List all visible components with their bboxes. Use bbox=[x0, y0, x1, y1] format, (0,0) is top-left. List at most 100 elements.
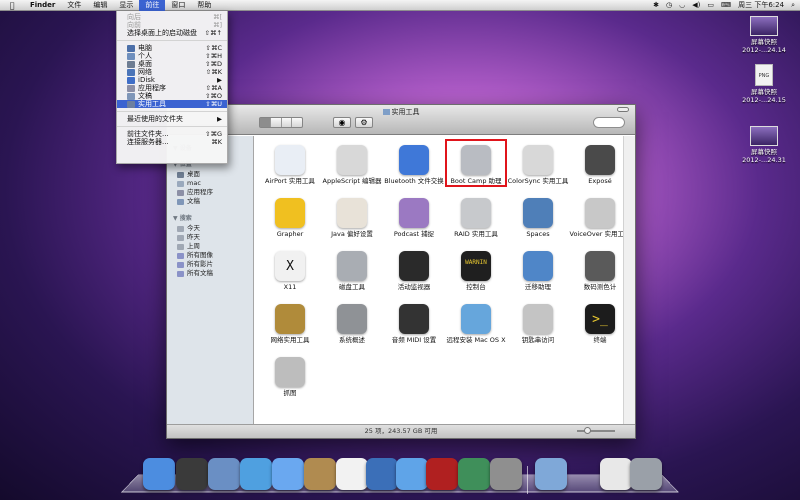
app-item[interactable]: ColorSync 实用工具 bbox=[503, 145, 573, 185]
sidebar-item[interactable]: 所有文稿 bbox=[167, 269, 253, 278]
desktop-file-screenshot-2[interactable]: PNG 屏幕快照 2012-...24.15 bbox=[736, 64, 792, 104]
app-item[interactable]: 磁盘工具 bbox=[317, 251, 387, 291]
menu-go[interactable]: 前往 bbox=[139, 0, 166, 11]
go-menu-item[interactable]: 最近使用的文件夹 ▶ bbox=[117, 115, 227, 123]
menu-help[interactable]: 帮助 bbox=[191, 0, 217, 11]
mail-icon[interactable] bbox=[208, 458, 240, 490]
time-machine-icon[interactable] bbox=[458, 458, 490, 490]
sidebar-item-icon bbox=[177, 189, 184, 196]
app-item[interactable]: Java 偏好设置 bbox=[317, 198, 387, 238]
sidebar-item[interactable]: 昨天 bbox=[167, 233, 253, 242]
battery-status-icon[interactable]: ▭ bbox=[707, 0, 714, 11]
go-menu-item[interactable]: 文稿 ⇧⌘O bbox=[117, 92, 227, 100]
system-preferences-icon[interactable] bbox=[490, 458, 522, 490]
go-menu-item[interactable]: 应用程序 ⇧⌘A bbox=[117, 84, 227, 92]
volume-status-icon[interactable]: ◀) bbox=[692, 0, 700, 11]
app-item[interactable]: 抓图 bbox=[255, 357, 325, 397]
activity-monitor-icon bbox=[399, 251, 429, 281]
wifi-status-icon[interactable]: ◡ bbox=[679, 0, 685, 11]
input-method-icon[interactable]: ⌨ bbox=[721, 0, 731, 11]
app-item[interactable]: X X11 bbox=[255, 251, 325, 291]
app-item[interactable]: 迁移助理 bbox=[503, 251, 573, 291]
app-item[interactable]: 钥匙串访问 bbox=[503, 304, 573, 344]
applications-folder-icon[interactable] bbox=[535, 458, 567, 490]
vertical-scrollbar[interactable] bbox=[623, 136, 635, 425]
app-item[interactable]: RAID 实用工具 bbox=[441, 198, 511, 238]
go-menu-item[interactable]: 实用工具 ⇧⌘U bbox=[117, 100, 227, 108]
ichat-icon[interactable] bbox=[272, 458, 304, 490]
app-item[interactable]: 系统概述 bbox=[317, 304, 387, 344]
sidebar-item[interactable]: 所有图像 bbox=[167, 251, 253, 260]
icon-size-slider[interactable] bbox=[577, 430, 615, 432]
icon-view-button[interactable] bbox=[260, 118, 271, 127]
clock[interactable]: 周三 下午6:24 bbox=[738, 0, 784, 11]
app-item[interactable]: 活动监视器 bbox=[379, 251, 449, 291]
sidebar-item[interactable]: 今天 bbox=[167, 224, 253, 233]
icon-size-slider-knob[interactable] bbox=[584, 427, 591, 434]
app-item[interactable]: Podcast 捕捉 bbox=[379, 198, 449, 238]
sidebar-item[interactable]: 应用程序 bbox=[167, 188, 253, 197]
app-item[interactable]: AirPort 实用工具 bbox=[255, 145, 325, 185]
apple-menu-icon[interactable]:  bbox=[0, 1, 24, 10]
dashboard-icon[interactable] bbox=[176, 458, 208, 490]
sidebar-item[interactable]: mac bbox=[167, 179, 253, 188]
bluetooth-status-icon[interactable]: ✱ bbox=[653, 0, 659, 11]
sidebar-item[interactable]: 上周 bbox=[167, 242, 253, 251]
menu-item-shortcut: ⇧⌘H bbox=[205, 52, 222, 60]
app-item[interactable]: Boot Camp 助理 bbox=[441, 139, 511, 187]
sidebar-item[interactable]: 文稿 bbox=[167, 197, 253, 206]
menu-edit[interactable]: 编辑 bbox=[87, 0, 113, 11]
time-machine-status-icon[interactable]: ◷ bbox=[666, 0, 672, 11]
desktop-file-screenshot-1[interactable]: 屏幕快照 2012-...24.14 bbox=[736, 16, 792, 54]
go-menu-item[interactable]: 桌面 ⇧⌘D bbox=[117, 60, 227, 68]
desktop-file-name: 屏幕快照 bbox=[751, 88, 777, 96]
list-view-button[interactable] bbox=[271, 118, 282, 127]
menu-item-icon bbox=[127, 76, 135, 84]
documents-stack-icon[interactable] bbox=[600, 458, 632, 490]
search-field[interactable] bbox=[593, 117, 625, 128]
go-menu-item[interactable]: 前往文件夹... ⇧⌘G bbox=[117, 130, 227, 138]
sidebar-item[interactable]: 所有影片 bbox=[167, 260, 253, 269]
app-item[interactable]: Grapher bbox=[255, 198, 325, 238]
sidebar-item[interactable]: 桌面 bbox=[167, 170, 253, 179]
menu-window[interactable]: 窗口 bbox=[165, 0, 191, 11]
column-view-button[interactable] bbox=[282, 118, 293, 127]
go-menu-item[interactable]: 网络 ⇧⌘K bbox=[117, 68, 227, 76]
menu-file[interactable]: 文件 bbox=[61, 0, 87, 11]
x11-icon: X bbox=[275, 251, 305, 281]
app-item[interactable]: Bluetooth 文件交换 bbox=[379, 145, 449, 185]
go-menu-item[interactable]: 个人 ⇧⌘H bbox=[117, 52, 227, 60]
app-label: 控制台 bbox=[466, 283, 486, 291]
network-utility-icon bbox=[275, 304, 305, 334]
sidebar-section-heading[interactable]: ▼ 搜索 bbox=[173, 213, 253, 222]
app-item[interactable]: WARNIN 控制台 bbox=[441, 251, 511, 291]
app-item[interactable]: 远程安装 Mac OS X bbox=[441, 304, 511, 344]
menu-finder[interactable]: Finder bbox=[24, 0, 61, 11]
desktop-file-screenshot-3[interactable]: 屏幕快照 2012-...24.31 bbox=[736, 126, 792, 164]
ical-icon[interactable] bbox=[336, 458, 368, 490]
go-menu-item[interactable]: iDisk ▶ bbox=[117, 76, 227, 84]
action-gear-button[interactable]: ⚙ bbox=[355, 117, 373, 128]
toolbar-toggle-button[interactable] bbox=[617, 107, 629, 112]
trash-icon[interactable] bbox=[630, 458, 662, 490]
address-book-icon[interactable] bbox=[304, 458, 336, 490]
safari-icon[interactable] bbox=[240, 458, 272, 490]
spotlight-icon[interactable]: ⌕ bbox=[791, 0, 795, 11]
iphoto-icon[interactable] bbox=[366, 458, 398, 490]
menu-separator bbox=[117, 126, 227, 127]
go-menu-item[interactable]: 电脑 ⇧⌘C bbox=[117, 44, 227, 52]
view-mode-segmented-control[interactable] bbox=[259, 117, 303, 128]
photo-booth-icon[interactable] bbox=[426, 458, 458, 490]
app-item[interactable]: 音频 MIDI 设置 bbox=[379, 304, 449, 344]
app-item[interactable]: Spaces bbox=[503, 198, 573, 238]
finder-icon[interactable] bbox=[143, 458, 175, 490]
cover-flow-button[interactable] bbox=[292, 118, 302, 127]
itunes-icon[interactable] bbox=[396, 458, 428, 490]
go-menu-item[interactable]: 连接服务器... ⌘K bbox=[117, 138, 227, 146]
app-item[interactable]: 网络实用工具 bbox=[255, 304, 325, 344]
menu-view[interactable]: 显示 bbox=[113, 0, 139, 11]
go-menu-item[interactable]: 选择桌面上的启动磁盘 ⇧⌘↑ bbox=[117, 29, 227, 37]
quick-look-button[interactable]: ◉ bbox=[333, 117, 351, 128]
go-menu-dropdown: 向后 ⌘[向前 ⌘] 选择桌面上的启动磁盘 ⇧⌘↑ 电脑 ⇧⌘C 个人 ⇧⌘H 桌面 ⇧⌘D 网络 ⇧⌘… bbox=[116, 11, 228, 164]
app-item[interactable]: AppleScript 编辑器 bbox=[317, 145, 387, 185]
